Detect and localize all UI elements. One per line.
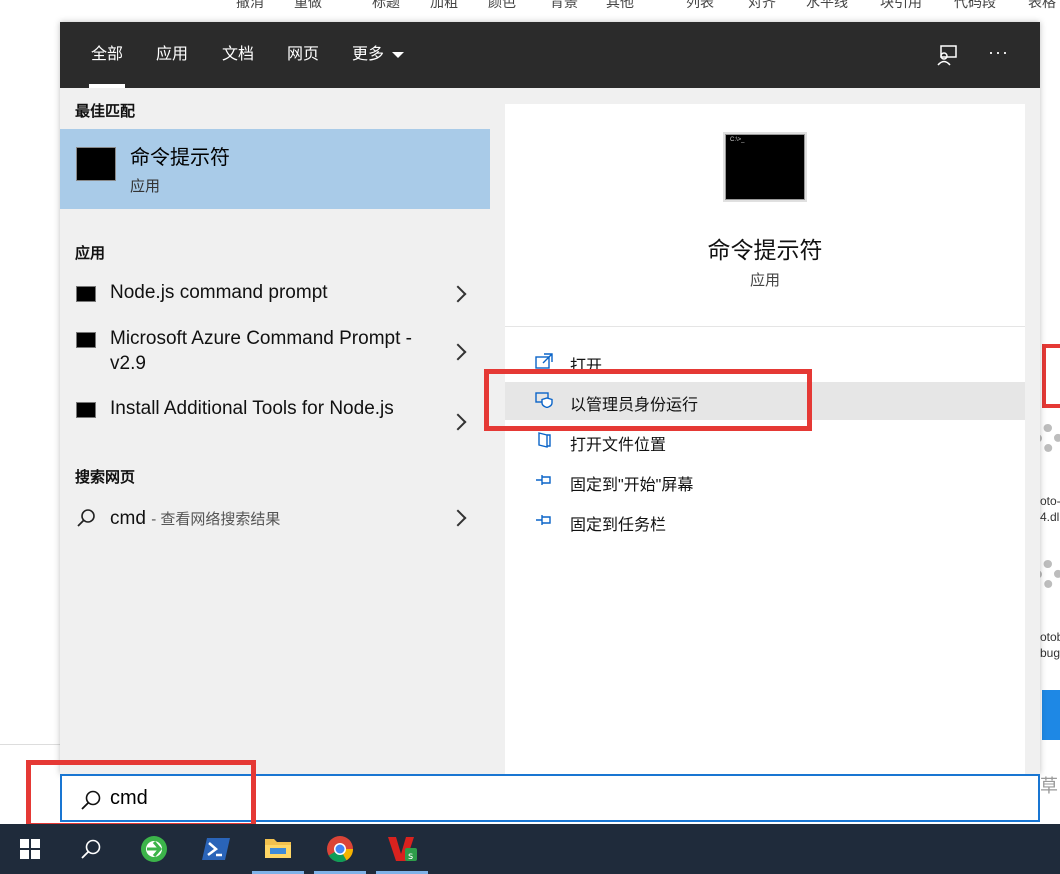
bg-toolbar-undo: 撤消 xyxy=(236,0,264,10)
bg-toolbar-other: 其他 xyxy=(606,0,634,10)
windows-start-icon[interactable] xyxy=(0,824,60,874)
bg-toolbar-quote: 块引用 xyxy=(880,0,922,10)
preview-subtitle: 应用 xyxy=(749,272,780,289)
web-search-query: cmd xyxy=(110,508,146,529)
chevron-down-icon xyxy=(392,51,405,58)
folder-icon xyxy=(538,432,551,448)
annotation-highlight-search xyxy=(26,760,256,828)
more-options-icon[interactable]: ··· xyxy=(988,42,1010,64)
bg-toolbar-table: 表格 xyxy=(1028,0,1056,10)
open-icon xyxy=(535,353,553,369)
annotation-highlight-run-as-admin xyxy=(484,369,812,431)
search-category-bar: 全部 应用 文档 网页 更多 ··· xyxy=(60,22,1040,88)
background-divider xyxy=(0,744,60,745)
bg-toolbar-redo: 重做 xyxy=(294,0,322,10)
best-match-item[interactable]: 命令提示符 应用 xyxy=(60,129,490,209)
browser-app-icon[interactable] xyxy=(124,824,184,874)
feedback-icon[interactable] xyxy=(936,44,958,66)
results-list: 最佳匹配 命令提示符 应用 应用 Node.js command prompt … xyxy=(60,88,490,774)
apps-header: 应用 xyxy=(75,245,106,262)
app-label: Node.js command prompt xyxy=(110,282,328,303)
bg-toolbar-color: 颜色 xyxy=(488,0,516,10)
powershell-icon[interactable] xyxy=(186,824,246,874)
command-prompt-icon xyxy=(76,332,96,348)
svg-text:s: s xyxy=(408,851,413,862)
command-prompt-icon xyxy=(76,147,116,181)
chevron-right-icon xyxy=(449,413,467,431)
tab-apps[interactable]: 应用 xyxy=(156,22,188,88)
web-search-label: cmd - 查看网络搜索结果 xyxy=(110,506,440,532)
bg-file-label: otob xyxy=(1040,630,1060,644)
tab-web[interactable]: 网页 xyxy=(287,22,319,88)
app-label: Install Additional Tools for Node.js xyxy=(110,398,394,419)
chevron-right-icon xyxy=(449,285,467,303)
tab-label: 更多 xyxy=(352,46,385,63)
action-label: 固定到"开始"屏幕 xyxy=(570,477,694,494)
web-search-item[interactable]: cmd - 查看网络搜索结果 xyxy=(60,498,490,538)
list-item[interactable]: Install Additional Tools for Node.js xyxy=(60,390,490,448)
pin-icon xyxy=(536,515,551,525)
background-red-annotation xyxy=(1042,344,1060,408)
action-label: 固定到任务栏 xyxy=(570,517,667,534)
best-match-title: 命令提示符 xyxy=(130,147,230,169)
search-icon[interactable] xyxy=(60,824,120,874)
tab-label: 全部 xyxy=(91,46,124,63)
tab-label: 文档 xyxy=(222,46,255,63)
icon-caption: C:\>_ xyxy=(730,137,745,143)
command-prompt-icon: C:\>_ xyxy=(725,134,805,200)
command-prompt-icon xyxy=(76,286,96,302)
taskbar: s xyxy=(0,824,1060,874)
preview-title: 命令提示符 xyxy=(707,237,823,263)
file-explorer-icon[interactable] xyxy=(248,824,308,874)
web-search-suffix: - 查看网络搜索结果 xyxy=(151,511,281,528)
list-item[interactable]: Node.js command prompt xyxy=(60,274,490,314)
divider xyxy=(505,326,1025,327)
chevron-right-icon xyxy=(449,509,467,527)
chrome-icon[interactable] xyxy=(310,824,370,874)
best-match-subtitle: 应用 xyxy=(130,178,161,195)
tab-documents[interactable]: 文档 xyxy=(222,22,254,88)
bg-file-label: 4.dl xyxy=(1040,510,1060,524)
bg-toolbar-heading: 标题 xyxy=(372,0,400,10)
command-prompt-icon xyxy=(76,402,96,418)
bg-toolbar-hr: 水平线 xyxy=(806,0,848,10)
search-icon xyxy=(77,509,95,527)
pin-to-start-action[interactable]: 固定到"开始"屏幕 xyxy=(505,462,1025,500)
web-search-header: 搜索网页 xyxy=(75,469,136,486)
action-label: 打开文件位置 xyxy=(570,437,667,454)
bg-toolbar-align: 对齐 xyxy=(748,0,776,10)
app-label: Microsoft Azure Command Prompt - v2.9 xyxy=(110,328,412,374)
preview-pane: C:\>_ 命令提示符 应用 打开 以管理员身份运行 打开文件位置 固定到"开始… xyxy=(505,104,1025,774)
list-item[interactable]: Microsoft Azure Command Prompt - v2.9 xyxy=(60,320,490,378)
pin-to-taskbar-action[interactable]: 固定到任务栏 xyxy=(505,502,1025,540)
tab-all[interactable]: 全部 xyxy=(88,22,126,88)
bg-text-fragment: 草 xyxy=(1040,776,1058,796)
tab-label: 网页 xyxy=(287,46,320,63)
background-blue-block xyxy=(1042,690,1060,740)
bg-file-label: bug xyxy=(1040,646,1060,660)
bg-toolbar-list: 列表 xyxy=(686,0,714,10)
bg-toolbar-code: 代码段 xyxy=(954,0,996,10)
chevron-right-icon xyxy=(449,343,467,361)
background-editor-toolbar: 撤消 重做 标题 加粗 颜色 背景 其他 列表 对齐 水平线 块引用 代码段 表… xyxy=(0,0,1060,20)
wps-icon[interactable]: s xyxy=(372,824,432,874)
bg-toolbar-background: 背景 xyxy=(550,0,578,10)
bg-toolbar-bold: 加粗 xyxy=(430,0,458,10)
bg-file-label: oto- xyxy=(1040,494,1060,508)
tab-more[interactable]: 更多 xyxy=(352,22,405,88)
tab-label: 应用 xyxy=(156,46,189,63)
best-match-header: 最佳匹配 xyxy=(75,103,136,120)
pin-icon xyxy=(536,475,551,485)
